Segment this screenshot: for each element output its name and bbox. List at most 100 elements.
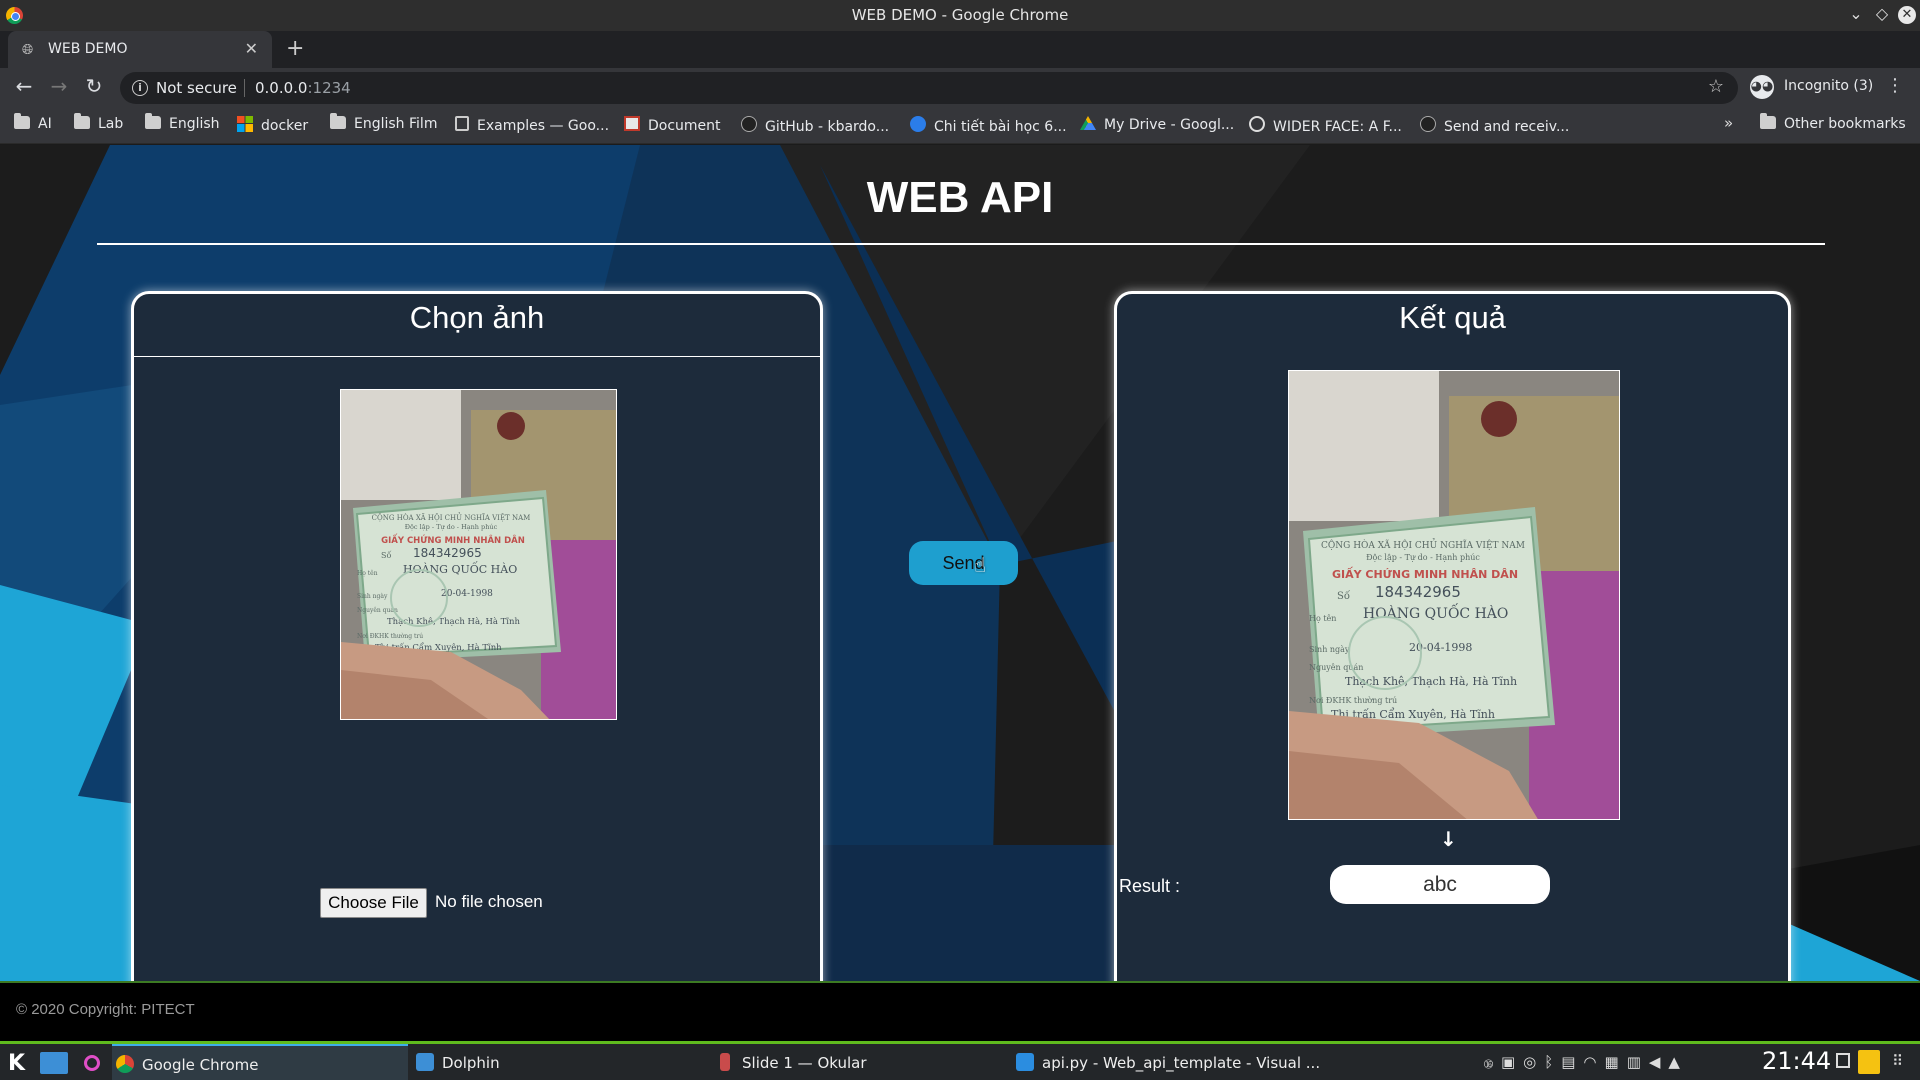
taskbar-item-chrome[interactable]: Google Chrome: [112, 1044, 408, 1080]
tab-strip: 🌐︎ WEB DEMO ✕ +: [0, 31, 1920, 68]
reload-icon[interactable]: ↻: [81, 74, 107, 98]
bookmark-label: Lab: [98, 116, 124, 132]
bookmark-wider-face[interactable]: WIDER FACE: A F...: [1249, 116, 1402, 136]
card-name-label: Họ tên: [1309, 614, 1336, 623]
card-line2: Độc lập - Tự do - Hạnh phúc: [1366, 553, 1480, 562]
folder-icon: [145, 113, 161, 129]
forward-icon[interactable]: →: [46, 74, 72, 98]
send-button[interactable]: Send: [909, 541, 1018, 585]
card-name: HOÀNG QUỐC HÀO: [403, 561, 517, 576]
bookmark-label: docker: [261, 118, 309, 134]
taskbar-item-dolphin[interactable]: Dolphin: [412, 1044, 702, 1080]
bookmark-label: Examples — Goo...: [477, 118, 610, 134]
card-number: 184342965: [1375, 583, 1461, 601]
clock[interactable]: 21:44: [1762, 1047, 1831, 1075]
card-name-label: Họ tên: [357, 570, 378, 577]
site-icon: [910, 116, 926, 132]
bookmark-label: Send and receiv...: [1444, 119, 1570, 135]
card-number-label: Số: [1337, 591, 1351, 602]
bookmark-examples[interactable]: Examples — Goo...: [455, 116, 609, 136]
page-footer: © 2020 Copyright: PITECT: [0, 981, 1920, 1041]
tab-close-icon[interactable]: ✕: [245, 39, 258, 58]
show-desktop-icon[interactable]: [1836, 1053, 1850, 1068]
window-title: WEB DEMO - Google Chrome: [851, 6, 1069, 24]
notes-icon[interactable]: [1858, 1050, 1880, 1074]
result-output[interactable]: abc: [1330, 865, 1550, 904]
footer-copyright: © 2020 Copyright: PITECT: [16, 1001, 195, 1018]
bookmark-chi-tiet[interactable]: Chi tiết bài học 6...: [910, 116, 1067, 136]
card-dob: 20-04-1998: [1409, 641, 1472, 654]
system-tray[interactable]: ⑯▣◎ᛒ▤◠▦▥◀▲: [1484, 1053, 1688, 1071]
vscode-icon: [1016, 1053, 1034, 1071]
tray-menu-icon[interactable]: ⠿: [1892, 1052, 1903, 1070]
dolphin-icon: [416, 1053, 434, 1071]
result-image: CỘNG HÒA XÃ HỘI CHỦ NGHĨA VIỆT NAM Độc l…: [1288, 370, 1620, 820]
browser-menu-icon[interactable]: ⋮: [1886, 75, 1904, 96]
file-manager-icon[interactable]: [40, 1052, 68, 1074]
result-panel-heading: Kết quả: [1399, 300, 1506, 335]
preview-image: CỘNG HÒA XÃ HỘI CHỦ NGHĨA VIỆT NAM Độc l…: [340, 389, 617, 720]
app-icon[interactable]: [84, 1055, 100, 1071]
address-bar[interactable]: i Not secure 0.0.0.0:1234 ☆: [120, 72, 1738, 104]
window-titlebar: WEB DEMO - Google Chrome ⌄ ◇ ✕: [0, 0, 1920, 31]
incognito-icon: ◕◕: [1750, 75, 1774, 99]
folder-icon: [1760, 113, 1776, 129]
globe-icon: 🌐︎: [22, 42, 34, 58]
maximize-icon[interactable]: ◇: [1872, 4, 1892, 23]
bookmark-label: GitHub - kbardo...: [765, 119, 890, 135]
result-label: Result :: [1119, 876, 1181, 896]
info-icon[interactable]: i: [132, 80, 148, 96]
bookmark-lab[interactable]: Lab: [74, 113, 124, 136]
url-text[interactable]: 0.0.0.0:1234: [255, 79, 351, 97]
taskbar-label: Google Chrome: [142, 1056, 259, 1074]
security-status[interactable]: Not secure: [156, 79, 237, 97]
taskbar-item-okular[interactable]: Slide 1 — Okular: [712, 1044, 1002, 1080]
upload-panel: Chọn ảnh CỘNG HÒA XÃ HỘI CHỦ NGHĨA VIỆT …: [131, 291, 823, 981]
bookmarks-overflow-icon[interactable]: »: [1724, 114, 1733, 132]
bookmark-document[interactable]: Document: [624, 116, 721, 136]
bookmark-star-icon[interactable]: ☆: [1708, 76, 1724, 97]
bookmark-label: English: [169, 116, 220, 132]
folder-icon: [74, 113, 90, 129]
incognito-label: Incognito (3): [1784, 78, 1874, 94]
card-dob: 20-04-1998: [441, 589, 493, 599]
folder-icon: [14, 113, 30, 129]
bookmark-english[interactable]: English: [145, 113, 220, 136]
minimize-icon[interactable]: ⌄: [1846, 4, 1866, 23]
back-icon[interactable]: ←: [11, 74, 37, 98]
bookmark-docker[interactable]: docker: [237, 116, 308, 136]
window-close-icon[interactable]: ✕: [1898, 6, 1916, 24]
card-line2: Độc lập - Tự do - Hạnh phúc: [405, 523, 498, 531]
card-number-label: Số: [381, 551, 391, 560]
hand-cursor-icon: ☝: [974, 553, 987, 577]
id-card-photo: CỘNG HÒA XÃ HỘI CHỦ NGHĨA VIỆT NAM Độc l…: [341, 390, 616, 719]
card-title: GIẤY CHỨNG MINH NHÂN DÂN: [1332, 566, 1518, 581]
bookmark-label: AI: [38, 116, 52, 132]
bookmark-label: English Film: [354, 116, 438, 132]
bookmarks-bar: AI Lab English docker English Film Examp…: [0, 108, 1920, 144]
choose-file-button[interactable]: Choose File: [320, 888, 427, 918]
bookmark-ai[interactable]: AI: [14, 113, 52, 136]
chrome-icon: [116, 1055, 134, 1073]
bookmark-label: My Drive - Googl...: [1104, 117, 1235, 133]
bookmark-label: WIDER FACE: A F...: [1273, 119, 1402, 135]
app-launcher-icon[interactable]: K: [8, 1051, 25, 1076]
upload-panel-heading: Chọn ảnh: [409, 300, 545, 335]
tab-web-demo[interactable]: 🌐︎ WEB DEMO ✕: [8, 31, 272, 68]
bookmark-send-receive[interactable]: Send and receiv...: [1420, 116, 1569, 136]
bookmark-english-film[interactable]: English Film: [330, 113, 438, 136]
taskbar-item-vscode[interactable]: api.py - Web_api_template - Visual ...: [1012, 1044, 1320, 1080]
down-arrow-icon: ↓: [1440, 827, 1457, 851]
url-port: :1234: [307, 79, 351, 97]
new-tab-button[interactable]: +: [286, 36, 304, 61]
omnibox-divider: [244, 79, 245, 97]
card-origin-label: Nguyên quán: [1309, 663, 1363, 672]
result-panel: Kết quả CỘNG HÒA XÃ HỘI CHỦ NGHĨA VIỆT N…: [1114, 291, 1791, 981]
bookmark-github[interactable]: GitHub - kbardo...: [741, 116, 889, 136]
bookmark-my-drive[interactable]: My Drive - Googl...: [1080, 116, 1234, 136]
card-line1: CỘNG HÒA XÃ HỘI CHỦ NGHĨA VIỆT NAM: [372, 512, 531, 522]
card-dob-label: Sinh ngày: [357, 593, 388, 600]
url-host: 0.0.0.0: [255, 79, 308, 97]
windows-icon: [237, 116, 253, 132]
other-bookmarks[interactable]: Other bookmarks: [1760, 113, 1906, 136]
